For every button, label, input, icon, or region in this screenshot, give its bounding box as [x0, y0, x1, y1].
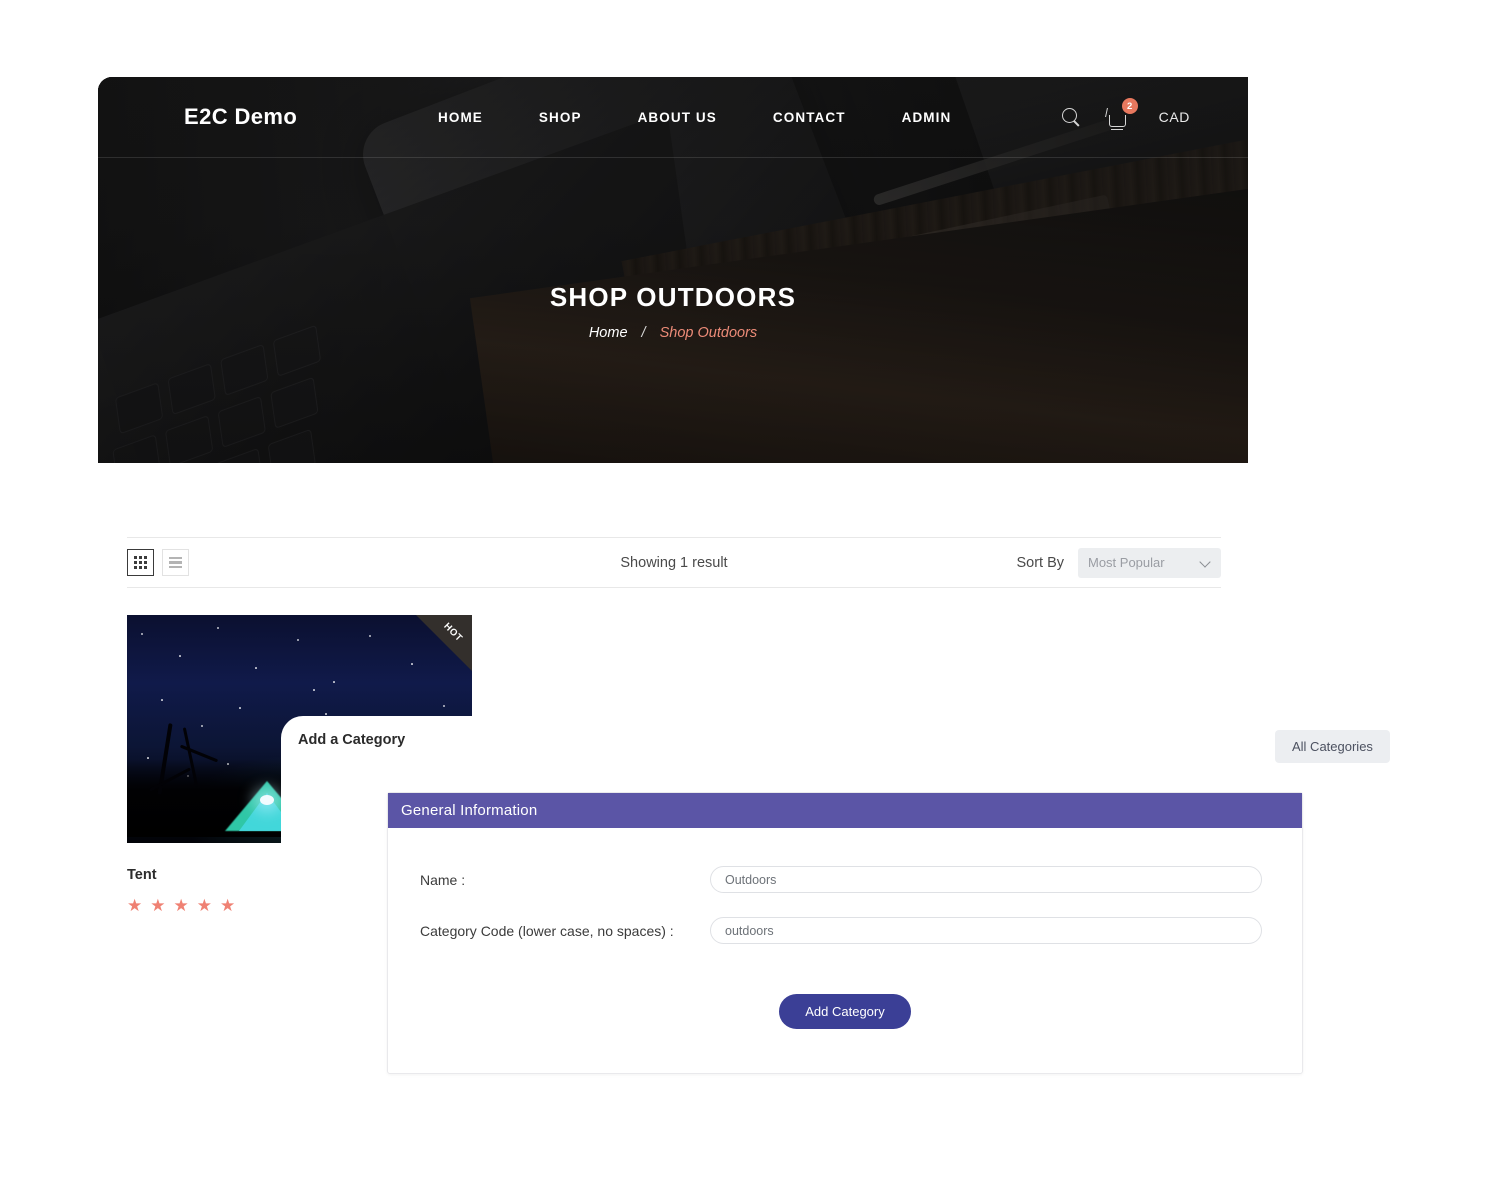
tent-lamp-glow: [260, 795, 274, 805]
breadcrumb: Home / Shop Outdoors: [98, 325, 1248, 341]
star-icon: ★: [220, 896, 236, 915]
nav-item-home[interactable]: HOME: [438, 104, 483, 131]
category-code-label: Category Code (lower case, no spaces) :: [420, 922, 674, 939]
general-information-card: General Information Name : Category Code…: [387, 792, 1303, 1074]
navbar-actions: 2 CAD: [1061, 98, 1190, 130]
form-row-name: Name :: [388, 866, 1302, 893]
name-label: Name :: [420, 871, 466, 888]
all-categories-button[interactable]: All Categories: [1275, 730, 1390, 763]
breadcrumb-separator: /: [641, 325, 646, 341]
category-code-input[interactable]: [710, 917, 1262, 944]
star-icon: ★: [150, 896, 166, 915]
sort-by-label: Sort By: [1016, 554, 1064, 571]
add-category-button[interactable]: Add Category: [779, 994, 911, 1029]
sort-selected-value: Most Popular: [1088, 555, 1165, 570]
nav-links: HOME SHOP ABOUT US CONTACT ADMIN: [438, 104, 1007, 131]
star-icon: ★: [127, 896, 143, 915]
nav-item-about-us[interactable]: ABOUT US: [638, 104, 717, 131]
navbar: E2C Demo HOME SHOP ABOUT US CONTACT ADMI…: [98, 77, 1248, 158]
form-row-category-code: Category Code (lower case, no spaces) :: [388, 917, 1302, 944]
hero-banner: E2C Demo HOME SHOP ABOUT US CONTACT ADMI…: [98, 77, 1248, 463]
sort-select[interactable]: Most Popular: [1078, 547, 1221, 578]
results-toolbar: Showing 1 result Sort By Most Popular: [127, 537, 1221, 588]
add-category-title: Add a Category: [298, 732, 406, 748]
search-icon[interactable]: [1061, 107, 1081, 127]
breadcrumb-home-link[interactable]: Home: [589, 325, 628, 341]
nav-item-contact[interactable]: CONTACT: [773, 104, 846, 131]
general-information-header: General Information: [388, 793, 1302, 828]
form-actions: Add Category: [388, 994, 1302, 1029]
currency-selector[interactable]: CAD: [1159, 109, 1190, 125]
cart-button[interactable]: 2: [1108, 98, 1138, 130]
category-form: Name : Category Code (lower case, no spa…: [388, 828, 1302, 1073]
breadcrumb-current: Shop Outdoors: [659, 325, 758, 341]
sort-control: Sort By Most Popular: [1016, 547, 1221, 578]
page-title: SHOP OUTDOORS: [549, 282, 797, 312]
name-input[interactable]: [710, 866, 1262, 893]
nav-item-shop[interactable]: SHOP: [539, 104, 582, 131]
chevron-down-icon: [1199, 555, 1211, 568]
cart-icon: [1108, 115, 1126, 130]
cart-count-badge: 2: [1121, 98, 1138, 114]
nav-item-admin[interactable]: ADMIN: [902, 104, 952, 131]
star-icon: ★: [173, 896, 189, 915]
brand-logo[interactable]: E2C Demo: [184, 104, 297, 130]
star-icon: ★: [196, 896, 212, 915]
